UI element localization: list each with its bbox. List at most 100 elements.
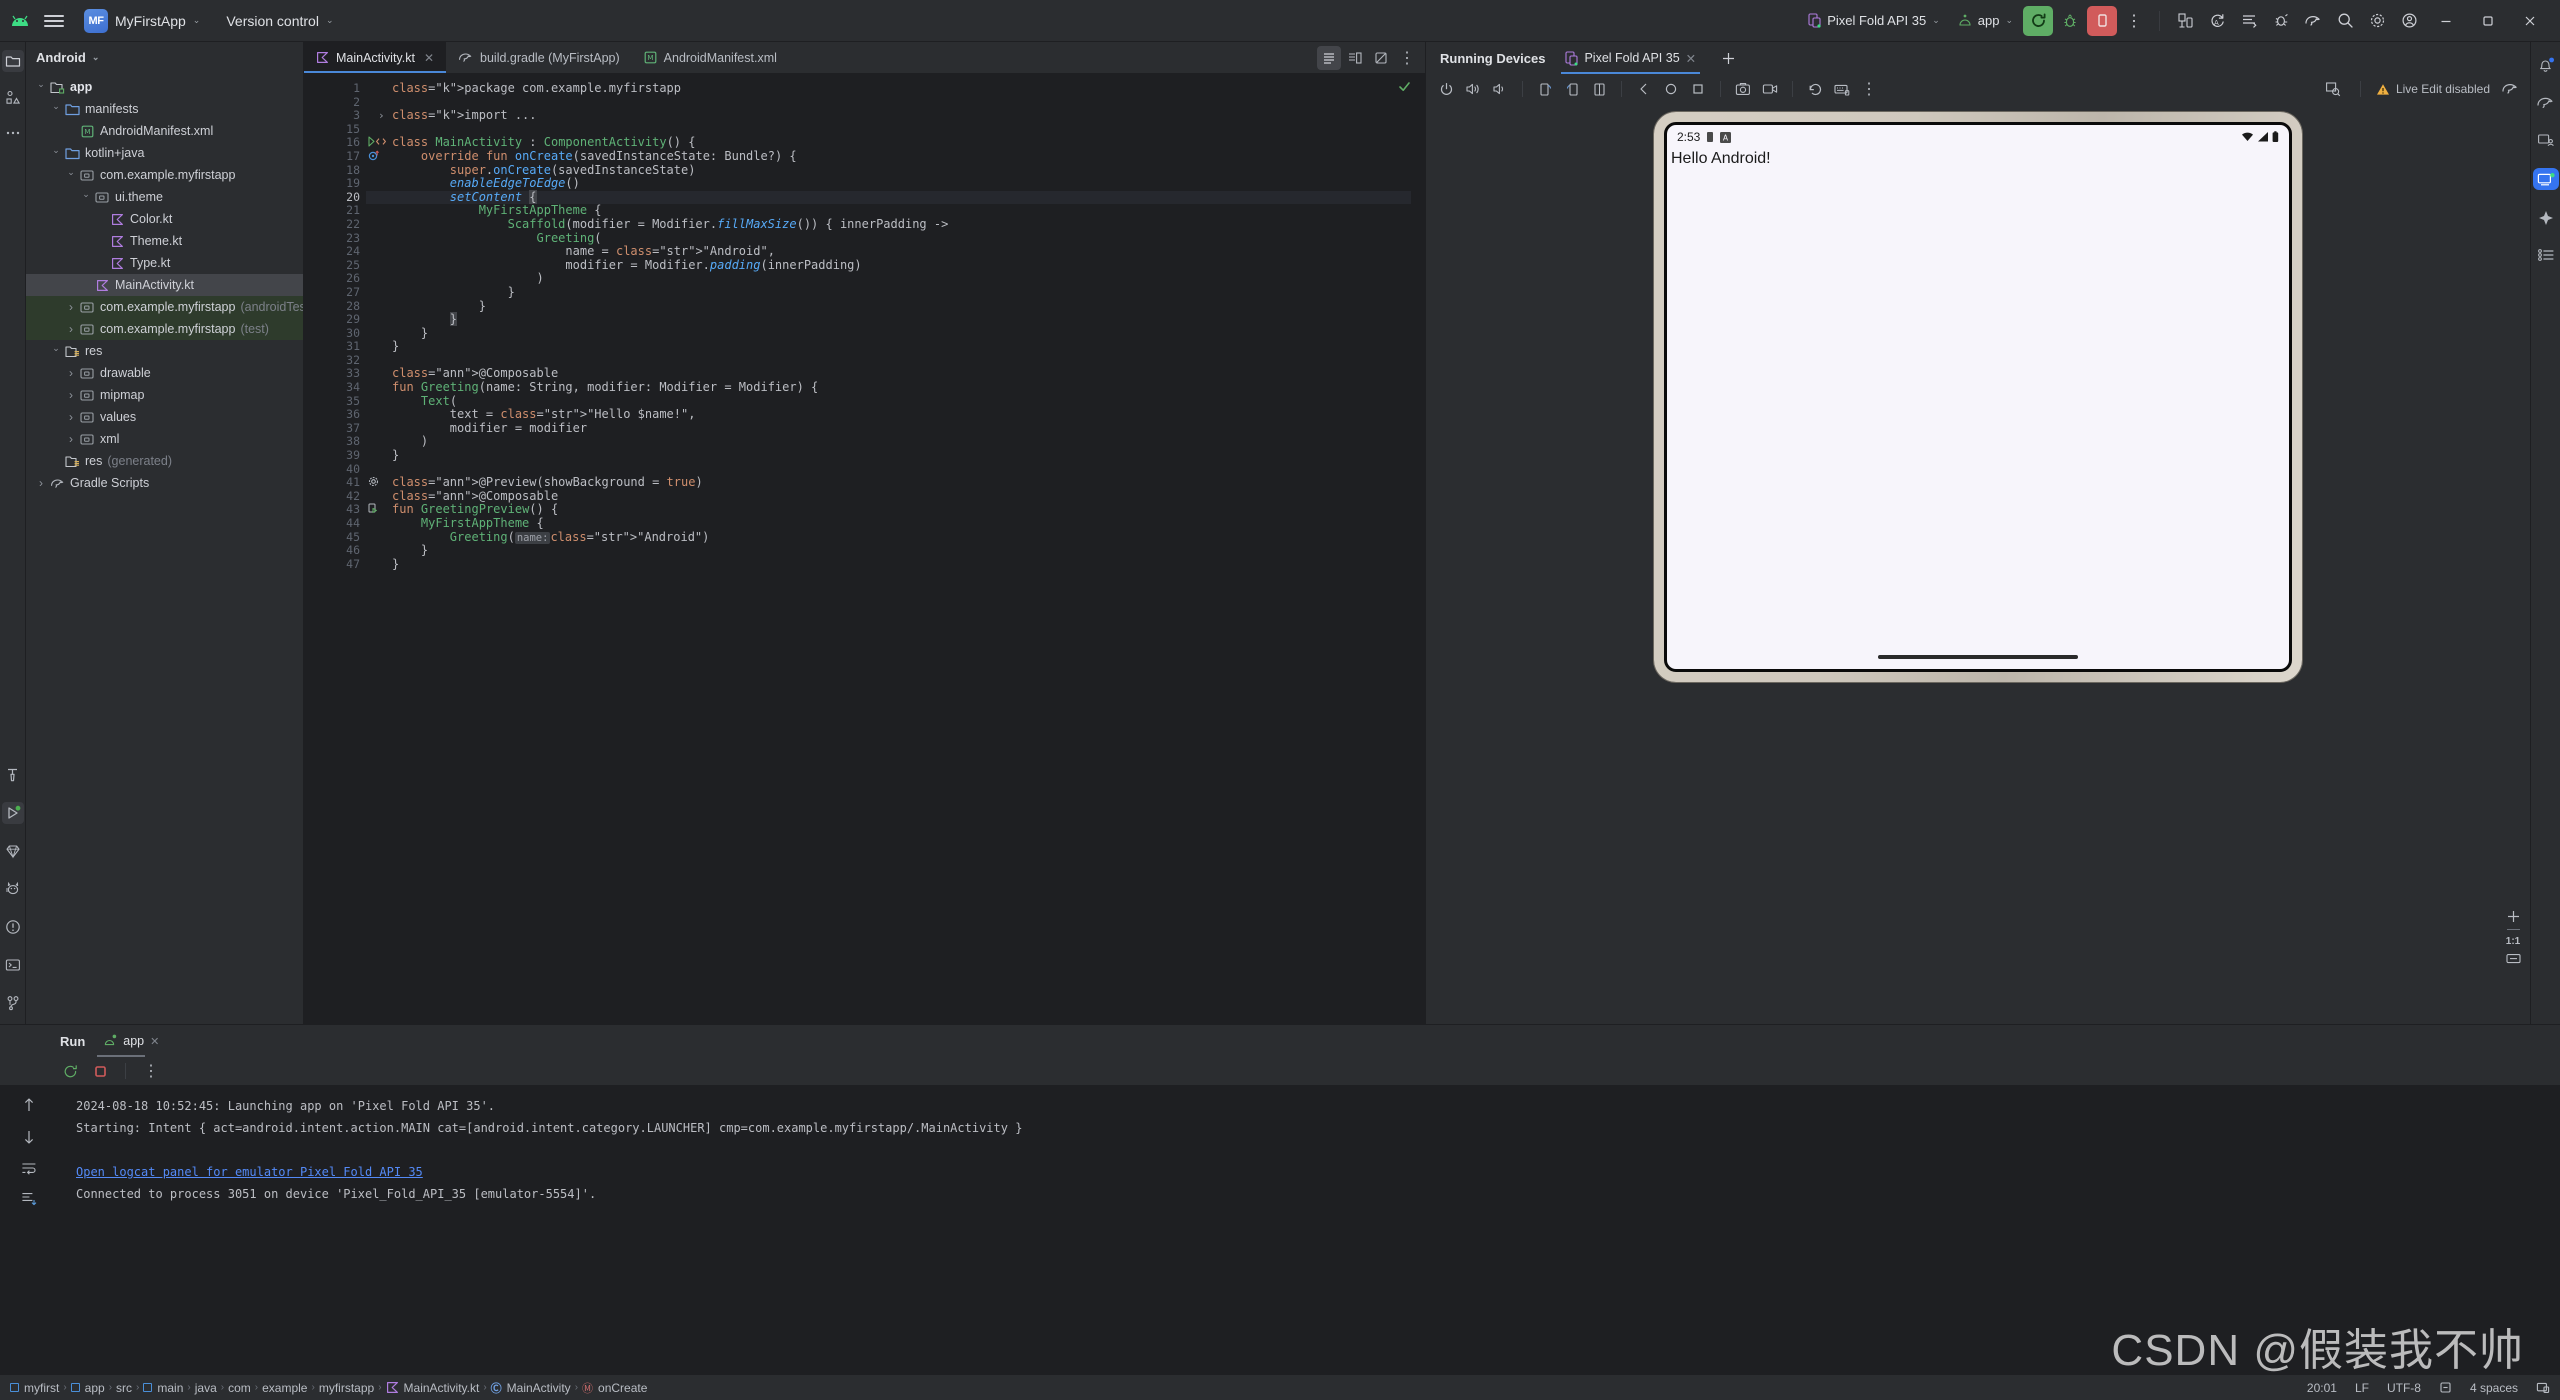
problems-icon[interactable]	[2, 916, 24, 938]
breadcrumb-item-example[interactable]: example	[262, 1381, 307, 1395]
layout-icon[interactable]	[2536, 1381, 2550, 1394]
code-line[interactable]: )	[366, 435, 1411, 449]
read-only-icon[interactable]	[2439, 1381, 2452, 1394]
more-vertical-icon[interactable]: ⋮	[139, 1059, 163, 1083]
split-view-icon[interactable]	[1343, 46, 1367, 70]
device-manager-icon[interactable]	[2535, 130, 2557, 152]
code-line[interactable]: enableEdgeToEdge()	[366, 176, 1411, 191]
close-icon[interactable]: ✕	[1686, 51, 1696, 66]
more-dots-icon[interactable]	[2, 122, 24, 144]
chevron-closed-icon[interactable]	[64, 432, 78, 446]
code-line[interactable]: class="ann">@Composable	[366, 489, 1411, 504]
tree-node-kotlin-java[interactable]: kotlin+java	[26, 142, 303, 164]
chevron-open-icon[interactable]	[79, 192, 93, 203]
tree-node-mainactivity-kt[interactable]: MainActivity.kt	[26, 274, 303, 296]
code-line[interactable]: fun GreetingPreview() {	[366, 503, 1411, 517]
chevron-open-icon[interactable]	[64, 170, 78, 181]
profiler-icon[interactable]	[2266, 6, 2296, 36]
version-control-menu[interactable]: Version control ⌄	[220, 9, 339, 33]
breadcrumb-item-mainactivity[interactable]: Ⓒ MainActivity	[491, 1380, 571, 1396]
code-line[interactable]: )	[366, 272, 1411, 286]
code-line[interactable]: }	[366, 312, 1411, 327]
project-tree[interactable]: app manifests M AndroidManifest.xml kotlin+j…	[26, 72, 303, 1024]
code-line[interactable]: }	[366, 326, 1411, 341]
hamburger-menu-icon[interactable]	[44, 14, 64, 27]
code-line[interactable]: }	[366, 544, 1411, 558]
gemini-diamond-icon[interactable]	[2, 840, 24, 862]
chevron-closed-icon[interactable]	[64, 388, 78, 402]
screenshot-icon[interactable]	[1731, 77, 1755, 101]
tree-node-manifests[interactable]: manifests	[26, 98, 303, 120]
breadcrumb-item-java[interactable]: java	[195, 1381, 217, 1395]
editor-tab-mainactivity-kt[interactable]: MainActivity.kt ✕	[304, 42, 447, 73]
run-configuration-selector[interactable]: app ⌄	[1950, 9, 2021, 32]
volume-down-icon[interactable]	[1488, 77, 1512, 101]
gradle-sync-icon[interactable]: A	[2202, 6, 2232, 36]
code-line[interactable]: modifier = modifier	[366, 421, 1411, 436]
device-selector[interactable]: Pixel Fold API 35 ⌄	[1800, 9, 1948, 32]
power-icon[interactable]	[1434, 77, 1458, 101]
code-content[interactable]: class="k">package com.example.myfirstapp…	[366, 74, 1411, 1024]
keyboard-icon[interactable]	[1830, 77, 1854, 101]
code-line[interactable]: setContent {	[366, 189, 1411, 205]
code-line[interactable]	[366, 463, 1411, 477]
tree-node-res[interactable]: res	[26, 340, 303, 362]
run-button[interactable]	[2023, 5, 2053, 36]
code-line[interactable]: Greeting(name: class="str">"Android")	[366, 530, 1411, 545]
toggle-list-icon[interactable]	[2234, 6, 2264, 36]
editor-tab-androidmanifest-xml[interactable]: M AndroidManifest.xml	[632, 42, 789, 73]
code-line[interactable]: class="ann">@Preview(showBackground = tr…	[366, 475, 1411, 490]
run-console-output[interactable]: 2024-08-18 10:52:45: Launching app on 'P…	[58, 1085, 2560, 1374]
minimize-icon[interactable]	[2426, 6, 2466, 36]
breadcrumb-item-src[interactable]: src	[116, 1381, 132, 1395]
code-line[interactable]: name = class="str">"Android",	[366, 244, 1411, 259]
code-line[interactable]: Text(	[366, 394, 1411, 409]
soft-wrap-icon[interactable]	[21, 1161, 37, 1175]
emulator-stage[interactable]: 2:53 A Hello Android! 1:1	[1426, 104, 2530, 1024]
volume-up-icon[interactable]	[1461, 77, 1485, 101]
build-hammer-icon[interactable]	[2, 764, 24, 786]
navigation-pill[interactable]	[1878, 655, 2078, 659]
code-line[interactable]: fun Greeting(name: String, modifier: Mod…	[366, 380, 1411, 395]
tree-node-color-kt[interactable]: Color.kt	[26, 208, 303, 230]
gradle-elephant-icon[interactable]	[2498, 77, 2522, 101]
tree-node-type-kt[interactable]: Type.kt	[26, 252, 303, 274]
project-selector[interactable]: MF MyFirstApp ⌄	[78, 5, 206, 37]
code-line[interactable]	[366, 354, 1411, 368]
live-edit-status[interactable]: Live Edit disabled	[2376, 82, 2490, 96]
tree-node-drawable[interactable]: drawable	[26, 362, 303, 384]
more-actions-button[interactable]: ⋮	[2119, 6, 2149, 36]
tree-node-com-example-myfirstapp[interactable]: com.example.myfirstapp	[26, 164, 303, 186]
breadcrumb-item-main[interactable]: main	[143, 1381, 183, 1395]
tree-node-values[interactable]: values	[26, 406, 303, 428]
code-line[interactable]: }	[366, 557, 1411, 572]
code-line[interactable]: modifier = Modifier.padding(innerPadding…	[366, 258, 1411, 273]
gemini-diamond-icon[interactable]	[2535, 206, 2557, 228]
close-icon[interactable]: ✕	[424, 51, 434, 65]
emulator-screen[interactable]: 2:53 A Hello Android!	[1664, 122, 2292, 672]
code-line[interactable]	[366, 123, 1411, 137]
terminal-icon[interactable]	[2, 954, 24, 976]
running-devices-icon[interactable]	[2532, 168, 2559, 190]
code-line[interactable]: }	[366, 448, 1411, 463]
code-line[interactable]: class="ann">@Composable	[366, 367, 1411, 381]
layout-inspector-icon[interactable]	[2321, 77, 2345, 101]
fold-icon[interactable]	[1587, 77, 1611, 101]
caret-position[interactable]: 20:01	[2307, 1381, 2337, 1395]
tree-node-com-example-myfirstapp[interactable]: com.example.myfirstapp (test)	[26, 318, 303, 340]
chevron-closed-icon[interactable]	[64, 410, 78, 424]
gradle-elephant-icon[interactable]	[2535, 92, 2557, 114]
line-separator[interactable]: LF	[2355, 1381, 2369, 1395]
code-line[interactable]: text = class="str">"Hello $name!",	[366, 407, 1411, 422]
code-line[interactable]: class="k">import ... ›	[366, 108, 1411, 123]
code-editor[interactable]: 1 2 3 15 16 17 18 19 20 21 22 23 24 25 26 27 28 29 30 31 32 3…	[304, 74, 1425, 1024]
code-line[interactable]: MyFirstAppTheme {	[366, 204, 1411, 218]
emulator-zoom-controls[interactable]: 1:1	[2502, 910, 2524, 964]
breadcrumb[interactable]: myfirst › app › src › main › java › com › example › my…	[10, 1380, 647, 1396]
logcat-cat-icon[interactable]	[2, 878, 24, 900]
tree-node-app[interactable]: app	[26, 76, 303, 98]
fold-chevron-icon[interactable]: ›	[378, 109, 385, 123]
account-icon[interactable]	[2394, 6, 2424, 36]
gear-icon[interactable]	[2362, 6, 2392, 36]
scroll-to-end-icon[interactable]	[21, 1191, 37, 1207]
